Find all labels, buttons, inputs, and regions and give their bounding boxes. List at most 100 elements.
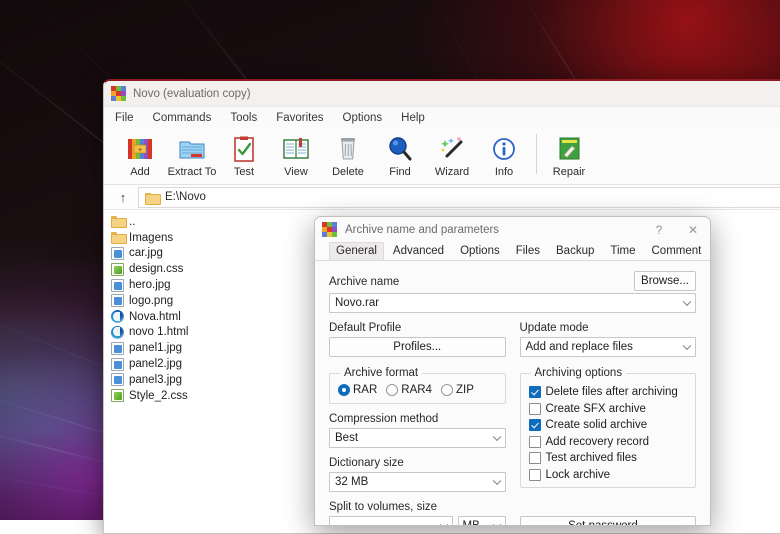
tab-comment[interactable]: Comment (645, 242, 709, 260)
radio-rar4[interactable]: RAR4 (386, 384, 432, 396)
toolbar-button-view[interactable]: View (270, 132, 322, 178)
radio-indicator-icon (338, 384, 350, 396)
archiving-options-legend: Archiving options (531, 367, 627, 379)
jpg-file-icon (111, 373, 124, 386)
archive-format-legend: Archive format (340, 367, 422, 379)
file-name: Style_2.css (129, 390, 188, 402)
toolbar-button-test[interactable]: Test (218, 132, 270, 178)
toolbar-button-info[interactable]: Info (478, 132, 530, 178)
up-arrow-icon[interactable]: ↑ (112, 190, 134, 205)
menu-item-help[interactable]: Help (399, 110, 427, 126)
checkbox-create-solid-archive[interactable]: Create solid archive (529, 417, 688, 434)
main-toolbar: + Add Extract To (104, 129, 780, 185)
split-volumes-label: Split to volumes, size (329, 501, 506, 513)
tab-advanced[interactable]: Advanced (386, 242, 451, 260)
test-clipboard-icon (229, 134, 259, 164)
checkbox-test-archived-files[interactable]: Test archived files (529, 450, 688, 467)
address-bar: ↑ E:\Novo (104, 185, 780, 210)
dictionary-size-select[interactable]: 32 MB (329, 472, 506, 492)
menu-item-favorites[interactable]: Favorites (274, 110, 325, 126)
checkbox-delete-files-after-archiving[interactable]: Delete files after archiving (529, 384, 688, 401)
current-path-text: E:\Novo (165, 191, 206, 203)
edge-html-icon (111, 310, 124, 323)
winrar-app-icon (111, 86, 126, 101)
checkbox-label: Delete files after archiving (546, 386, 678, 398)
help-button[interactable]: ? (642, 217, 676, 242)
toolbar-button-delete[interactable]: Delete (322, 132, 374, 178)
toolbar-label-repair: Repair (553, 166, 585, 178)
checkbox-add-recovery-record[interactable]: Add recovery record (529, 434, 688, 451)
dialog-title: Archive name and parameters (345, 224, 642, 236)
menu-item-file[interactable]: File (113, 110, 136, 126)
file-name: hero.jpg (129, 279, 171, 291)
checkbox-indicator-icon (529, 469, 541, 481)
chevron-down-icon (492, 433, 500, 441)
dialog-body: Archive name Browse... Novo.rar Default … (315, 261, 710, 526)
file-name: Imagens (129, 232, 173, 244)
radio-zip[interactable]: ZIP (441, 384, 474, 396)
checkbox-create-sfx-archive[interactable]: Create SFX archive (529, 401, 688, 418)
file-name: design.css (129, 263, 183, 275)
compression-method-label: Compression method (329, 413, 506, 425)
png-file-icon (111, 294, 124, 307)
dictionary-size-value: 32 MB (335, 476, 368, 488)
compression-method-select[interactable]: Best (329, 428, 506, 448)
menu-item-commands[interactable]: Commands (151, 110, 214, 126)
file-name: novo 1.html (129, 326, 188, 338)
chevron-down-icon (683, 298, 691, 306)
wizard-wand-icon (437, 134, 467, 164)
update-mode-value: Add and replace files (526, 341, 633, 353)
checkbox-label: Test archived files (546, 452, 637, 464)
winrar-app-icon (322, 222, 337, 237)
chevron-down-icon (439, 521, 447, 526)
dialog-title-bar: Archive name and parameters ? ✕ (315, 217, 710, 242)
toolbar-label-extract-to: Extract To (168, 166, 217, 178)
tab-time[interactable]: Time (603, 242, 642, 260)
compression-method-value: Best (335, 432, 358, 444)
file-name: panel1.jpg (129, 342, 182, 354)
folder-icon (111, 215, 124, 228)
checkbox-label: Create SFX archive (546, 403, 646, 415)
archive-name-value: Novo.rar (335, 297, 379, 309)
tab-options[interactable]: Options (453, 242, 507, 260)
checkbox-indicator-icon (529, 436, 541, 448)
tab-files[interactable]: Files (509, 242, 547, 260)
info-circle-icon (489, 134, 519, 164)
tab-general[interactable]: General (329, 242, 384, 260)
toolbar-button-add[interactable]: + Add (114, 132, 166, 178)
radio-rar4-label: RAR4 (401, 384, 432, 396)
split-volumes-size-input[interactable] (329, 516, 453, 526)
archiving-options-group: Archiving options Delete files after arc… (520, 367, 697, 488)
split-volumes-unit-select[interactable]: MB (458, 516, 506, 526)
checkbox-lock-archive[interactable]: Lock archive (529, 467, 688, 484)
file-name: car.jpg (129, 247, 163, 259)
set-password-button[interactable]: Set password... (520, 516, 697, 526)
toolbar-label-view: View (284, 166, 308, 178)
delete-trash-icon (333, 134, 363, 164)
update-mode-select[interactable]: Add and replace files (520, 337, 697, 357)
path-input[interactable]: E:\Novo (138, 187, 780, 208)
radio-zip-label: ZIP (456, 384, 474, 396)
close-icon[interactable]: ✕ (676, 217, 710, 242)
folder-icon (111, 231, 124, 244)
checkbox-label: Add recovery record (546, 436, 650, 448)
dialog-tab-strip: General Advanced Options Files Backup Ti… (315, 242, 710, 261)
profiles-button[interactable]: Profiles... (329, 337, 506, 357)
tab-backup[interactable]: Backup (549, 242, 601, 260)
menu-item-options[interactable]: Options (341, 110, 385, 126)
archive-name-label: Archive name (329, 276, 399, 288)
toolbar-button-extract-to[interactable]: Extract To (166, 132, 218, 178)
browse-button[interactable]: Browse... (634, 271, 696, 291)
toolbar-label-wizard: Wizard (435, 166, 469, 178)
radio-rar-label: RAR (353, 384, 377, 396)
menu-item-tools[interactable]: Tools (228, 110, 259, 126)
radio-rar[interactable]: RAR (338, 384, 377, 396)
toolbar-button-wizard[interactable]: Wizard (426, 132, 478, 178)
edge-html-icon (111, 326, 124, 339)
jpg-file-icon (111, 247, 124, 260)
toolbar-button-find[interactable]: Find (374, 132, 426, 178)
archive-name-input[interactable]: Novo.rar (329, 293, 696, 313)
find-magnifier-icon (385, 134, 415, 164)
toolbar-button-repair[interactable]: Repair (543, 132, 595, 178)
checkbox-indicator-icon (529, 452, 541, 464)
